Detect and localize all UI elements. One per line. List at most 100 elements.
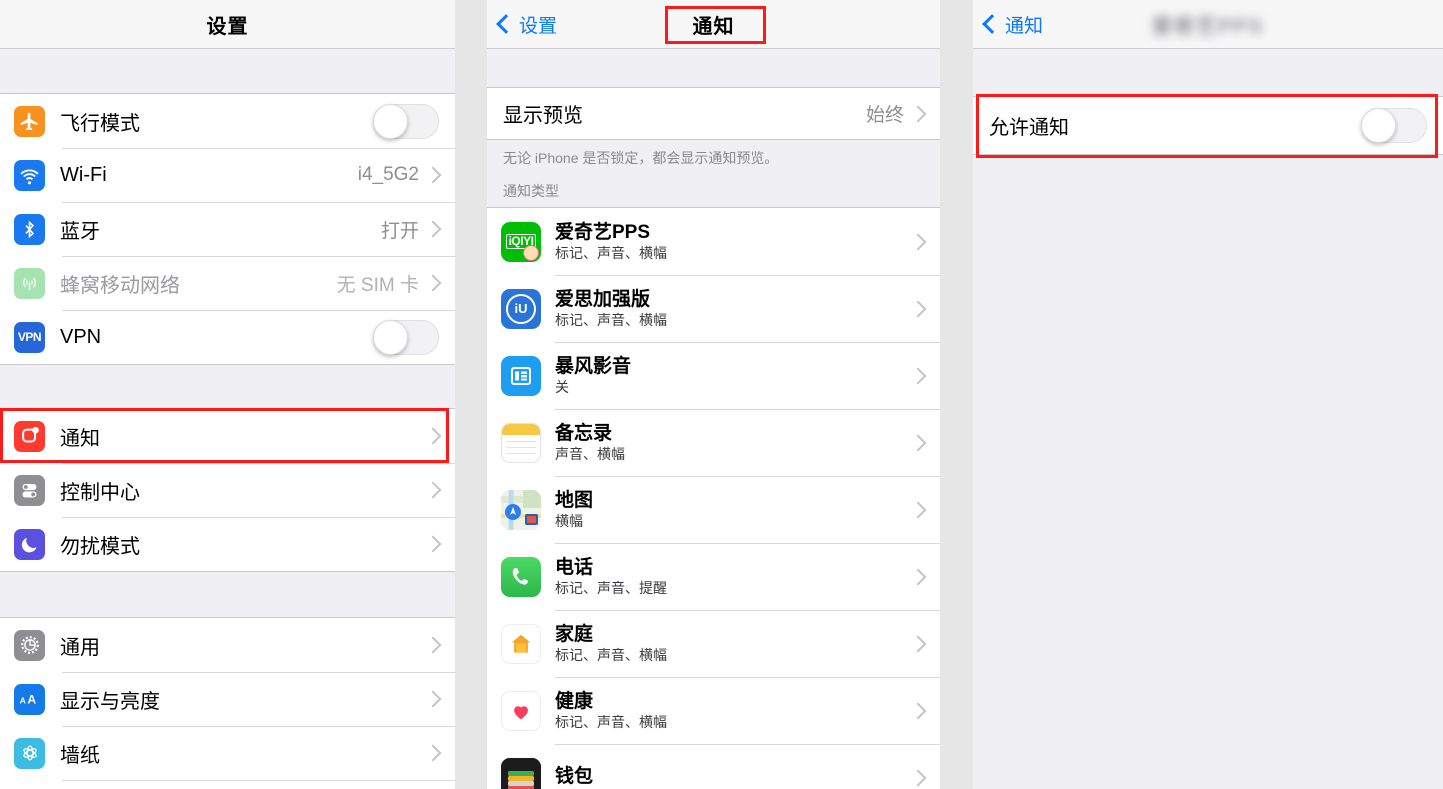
sidebar-item-notifications[interactable]: 通知	[0, 409, 455, 463]
back-button-notifications[interactable]: 通知	[982, 11, 1043, 38]
notifications-navbar: 设置 通知	[487, 0, 940, 49]
list-item[interactable]: 备忘录 声音、横幅	[487, 409, 940, 476]
list-item-texts: 爱奇艺PPS 标记、声音、横幅	[555, 222, 912, 261]
chevron-right-icon	[909, 300, 927, 317]
airplane-mode-toggle[interactable]	[373, 103, 439, 139]
settings-navbar: 设置	[0, 0, 455, 49]
vpn-toggle[interactable]	[373, 319, 439, 355]
sidebar-item-control-center[interactable]: 控制中心	[0, 463, 455, 517]
chevron-right-icon	[424, 166, 442, 184]
list-item[interactable]: iQIYI 爱奇艺PPS 标记、声音、横幅	[487, 208, 940, 275]
show-previews-group: 显示预览 始终	[487, 87, 940, 140]
chevron-right-icon	[909, 769, 927, 786]
wifi-icon	[14, 159, 45, 191]
app-name: 备忘录	[555, 423, 613, 444]
show-previews-footnote: 无论 iPhone 是否锁定，都会显示通知预览。	[503, 150, 779, 166]
sidebar-item-display-brightness[interactable]: A A 显示与亮度	[0, 672, 455, 726]
list-item[interactable]: 家庭 标记、声音、横幅	[487, 610, 940, 677]
list-item[interactable]: 钱包	[487, 744, 940, 789]
sidebar-item-general[interactable]: 通用	[0, 618, 455, 672]
screenshot-stage: 设置 飞行模式 Wi-Fi i4_5G2 蓝牙 打开 蜂窝移动网络 无 SIM …	[0, 0, 1443, 789]
app-subtitle: 标记、声音、横幅	[555, 714, 667, 730]
list-item-texts: 爱思加强版 标记、声音、横幅	[555, 289, 912, 328]
sidebar-item-bluetooth[interactable]: 蓝牙 打开	[0, 202, 455, 256]
chevron-right-icon	[424, 481, 442, 499]
list-item[interactable]: 地图 横幅	[487, 476, 940, 543]
app-name: 暴风影音	[555, 356, 632, 377]
app-navbar: 通知 爱奇艺PPS	[973, 0, 1443, 49]
notifications-icon	[14, 420, 45, 452]
app-subtitle: 声音、横幅	[555, 446, 625, 462]
allow-notifications-label: 允许通知	[989, 117, 1069, 139]
show-previews-value: 始终	[865, 105, 904, 126]
chevron-right-icon	[909, 635, 927, 652]
list-item-texts: 家庭 标记、声音、横幅	[555, 624, 912, 663]
section-gap	[0, 572, 455, 617]
sidebar-item-vpn[interactable]: VPN VPN	[0, 310, 455, 364]
list-item[interactable]: 电话 标记、声音、提醒	[487, 543, 940, 610]
allow-notifications-toggle[interactable]	[1361, 108, 1427, 143]
list-item[interactable]: iU 爱思加强版 标记、声音、横幅	[487, 275, 940, 342]
sidebar-item-label: 飞行模式	[60, 112, 140, 135]
row-allow-notifications[interactable]: 允许通知	[973, 97, 1443, 154]
chevron-right-icon	[424, 744, 442, 762]
sidebar-item-label: 显示与亮度	[60, 690, 160, 713]
chevron-right-icon	[424, 274, 442, 292]
section-gap	[973, 49, 1443, 96]
home-icon	[501, 623, 541, 664]
settings-group-general: 通用 A A 显示与亮度 墙纸	[0, 617, 455, 789]
app-subtitle: 标记、声音、横幅	[555, 245, 667, 261]
notes-icon	[501, 422, 541, 463]
aisi-icon: iU	[501, 288, 541, 329]
list-item-texts: 备忘录 声音、横幅	[555, 423, 912, 462]
sidebar-item-do-not-disturb[interactable]: 勿扰模式	[0, 517, 455, 571]
sidebar-item-airplane-mode[interactable]: 飞行模式	[0, 94, 455, 148]
list-item-texts: 钱包	[555, 766, 912, 789]
do-not-disturb-icon	[14, 528, 45, 560]
chevron-right-icon	[909, 702, 927, 719]
app-name: 钱包	[555, 765, 594, 787]
sidebar-item-sounds[interactable]	[0, 780, 455, 789]
list-item[interactable]: 健康 标记、声音、横幅	[487, 677, 940, 744]
sidebar-item-label: VPN	[60, 325, 102, 348]
app-name: 电话	[555, 557, 594, 578]
display-brightness-icon: A A	[14, 683, 45, 715]
sidebar-item-wallpaper[interactable]: 墙纸	[0, 726, 455, 780]
row-show-previews[interactable]: 显示预览 始终	[487, 88, 940, 139]
app-subtitle: 标记、声音、横幅	[555, 312, 667, 328]
svg-text:A: A	[27, 692, 36, 706]
app-notification-list: iQIYI 爱奇艺PPS 标记、声音、横幅 iU 爱思加强版 标记、声音、横幅	[487, 207, 940, 789]
sidebar-item-wifi[interactable]: Wi-Fi i4_5G2	[0, 148, 455, 202]
cellular-icon	[14, 267, 45, 299]
notes-line	[506, 440, 536, 442]
control-center-icon	[14, 474, 45, 506]
sidebar-item-label: 蜂窝移动网络	[60, 274, 180, 297]
sidebar-item-label: 蓝牙	[60, 220, 100, 243]
section-gap	[0, 49, 455, 93]
app-subtitle: 标记、声音、提醒	[555, 580, 667, 596]
chevron-right-icon	[909, 233, 927, 250]
chevron-right-icon	[424, 427, 442, 445]
toggle-knob	[1361, 108, 1396, 143]
chevron-right-icon	[424, 636, 442, 654]
iqiyi-mascot	[523, 244, 539, 261]
back-button-settings[interactable]: 设置	[496, 11, 557, 38]
toggle-knob	[373, 103, 408, 139]
app-subtitle: 关	[555, 379, 569, 395]
app-name: 地图	[555, 490, 594, 511]
sidebar-item-label: Wi-Fi	[60, 163, 107, 186]
app-notification-settings-panel: 通知 爱奇艺PPS 允许通知	[973, 0, 1443, 789]
vpn-icon: VPN	[14, 321, 45, 353]
list-item-texts: 电话 标记、声音、提醒	[555, 557, 912, 596]
list-item[interactable]: 暴风影音 关	[487, 342, 940, 409]
health-icon	[501, 690, 541, 731]
chevron-right-icon	[909, 568, 927, 585]
wifi-value: i4_5G2	[357, 164, 419, 185]
sidebar-item-cellular[interactable]: 蜂窝移动网络 无 SIM 卡	[0, 256, 455, 310]
notifications-panel: 设置 通知 显示预览 始终 无论 iPhone 是否锁定，都会显示通知预览。 通…	[487, 0, 940, 789]
iqiyi-icon: iQIYI	[501, 221, 541, 262]
app-name: 爱思加强版	[555, 289, 651, 310]
app-subtitle: 标记、声音、横幅	[555, 647, 667, 663]
chevron-right-icon	[909, 501, 927, 518]
settings-group-network: 飞行模式 Wi-Fi i4_5G2 蓝牙 打开 蜂窝移动网络 无 SIM 卡 V…	[0, 93, 455, 365]
